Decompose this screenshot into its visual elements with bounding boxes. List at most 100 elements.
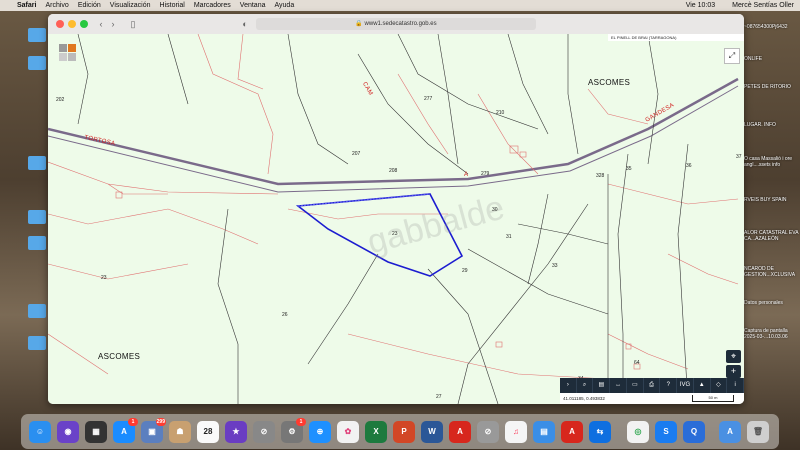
parcel-number: 36 — [686, 163, 692, 169]
address-bar[interactable]: 🔒 www1.sedecatastro.gob.es — [256, 18, 536, 30]
clock[interactable]: Vie 10:03 — [686, 0, 715, 11]
siri-icon[interactable]: ◉ — [57, 421, 79, 443]
word-icon[interactable]: W — [421, 421, 443, 443]
desktop-file[interactable]: ONLIFE — [744, 56, 800, 62]
folder-icon[interactable] — [28, 28, 46, 42]
privacy-shield-icon[interactable]: ◐ — [240, 18, 250, 30]
parcel-number: 37 — [736, 154, 742, 160]
sidebar-toggle-icon[interactable]: ▯ — [126, 18, 140, 30]
pages-icon[interactable]: ▤ — [533, 421, 555, 443]
toolbar-terrain-button[interactable]: ▲ — [694, 378, 711, 393]
parcel-number: 277 — [424, 96, 433, 102]
calendar-icon[interactable]: 28 — [197, 421, 219, 443]
toolbar-measure-button[interactable]: ↔ — [610, 378, 627, 393]
trash-icon[interactable]: 🗑 — [747, 421, 769, 443]
toolbar-ivg-button[interactable]: IVG — [677, 378, 694, 393]
toolbar-area-button[interactable]: ▭ — [627, 378, 644, 393]
desktop-file[interactable]: Captura de pantalla 2025-03-...10.03.06 — [744, 328, 800, 340]
chrome-icon[interactable]: ◎ — [627, 421, 649, 443]
contacts-icon[interactable]: ☗ — [169, 421, 191, 443]
toolbar-help-button[interactable]: ? — [660, 378, 678, 393]
toolbar-print-button[interactable]: ⎙ — [644, 378, 661, 393]
blocked-app-icon[interactable]: ⊘ — [477, 421, 499, 443]
close-window-icon[interactable] — [56, 20, 64, 28]
fullscreen-button[interactable]: ⤢ — [724, 48, 740, 64]
menu-marcadores[interactable]: Marcadores — [194, 0, 231, 11]
desktop-file[interactable]: O casa Massalió i ore angl....ssets info — [744, 156, 800, 168]
folder-icon[interactable] — [28, 236, 46, 250]
keychain-icon[interactable]: ⊘ — [253, 421, 275, 443]
menu-archivo[interactable]: Archivo — [45, 0, 68, 11]
teamviewer-icon[interactable]: ⇆ — [589, 421, 611, 443]
toolbar-draw-button[interactable]: ◇ — [711, 378, 728, 393]
back-arrow-icon[interactable]: ‹ — [96, 18, 106, 30]
menu-app-name[interactable]: Safari — [17, 0, 36, 11]
road-label-a: A — [464, 172, 469, 178]
lock-icon: 🔒 — [355, 21, 363, 27]
cadastre-map[interactable]: EL PINELL DE BRAI (TARRAGONA) gabbalde A… — [48, 34, 744, 404]
locate-button[interactable]: ⌖ — [726, 350, 741, 363]
folder-icon[interactable] — [28, 304, 46, 318]
menu-ventana[interactable]: Ventana — [240, 0, 266, 11]
menu-visualizacion[interactable]: Visualización — [110, 0, 151, 11]
parcel-number: 64 — [634, 360, 640, 366]
downloads-folder-icon[interactable]: A — [719, 421, 741, 443]
folder-icon[interactable] — [28, 56, 46, 70]
zoom-in-button[interactable]: + — [726, 365, 741, 378]
browser-toolbar: ‹ › ▯ ◐ 🔒 www1.sedecatastro.gob.es — [48, 14, 744, 35]
parcel-number: 27 — [436, 394, 442, 400]
user-name[interactable]: Mercè Sentías Oller — [732, 0, 794, 11]
parcel-number: 328 — [596, 173, 605, 179]
desktop-file[interactable]: NCAROD DE GESTION...XCLUSIVA — [744, 266, 800, 278]
desktop-file[interactable]: LUGAR. INFO — [744, 122, 800, 128]
parcel-number: 31 — [506, 234, 512, 240]
coordinate-text: 41.011185, 0.493832 — [563, 396, 605, 401]
powerpoint-icon[interactable]: P — [393, 421, 415, 443]
mission-control-icon[interactable]: ▦ — [85, 421, 107, 443]
forward-arrow-icon[interactable]: › — [108, 18, 118, 30]
desktop-file[interactable]: RVEIS BUY SPAIN — [744, 197, 800, 203]
photos-viewer-glyph: ▣ — [148, 427, 156, 436]
parcel-number: 23 — [392, 231, 398, 237]
folder-icon[interactable] — [28, 210, 46, 224]
desktop-file[interactable]: ALOR CATASTRAL EVA CA...AZALEÓN — [744, 230, 800, 242]
parcel-number: 208 — [389, 168, 398, 174]
menu-historial[interactable]: Historial — [160, 0, 185, 11]
toolbar-expand-button[interactable]: › — [560, 378, 577, 393]
folder-icon[interactable] — [28, 336, 46, 350]
music-icon[interactable]: ♫ — [505, 421, 527, 443]
minimize-window-icon[interactable] — [68, 20, 76, 28]
desktop-file[interactable]: Datos personales — [744, 300, 800, 306]
toolbar-info-button[interactable]: i — [727, 378, 744, 393]
acrobat-reader-icon[interactable]: A — [561, 421, 583, 443]
zoom-window-icon[interactable] — [80, 20, 88, 28]
safari-icon[interactable]: ⊕ — [309, 421, 331, 443]
excel-icon[interactable]: X — [365, 421, 387, 443]
notification-badge: 1 — [128, 418, 138, 426]
menu-ayuda[interactable]: Ayuda — [274, 0, 294, 11]
system-preferences-icon[interactable]: ⚙ 1 — [281, 418, 306, 443]
desktop-folders — [28, 14, 48, 404]
parcel-number: 33 — [552, 263, 558, 269]
catastro-logo-icon — [59, 44, 76, 61]
folder-icon[interactable] — [28, 156, 46, 170]
menu-edicion[interactable]: Edición — [78, 0, 101, 11]
app-store-icon[interactable]: A1 — [113, 418, 138, 443]
toolbar-search-button[interactable]: ⌕ — [577, 378, 594, 393]
quicktime-icon[interactable]: Q — [683, 421, 705, 443]
shazam-icon[interactable]: S — [655, 421, 677, 443]
area-label: ASCOMES — [98, 352, 141, 361]
toolbar-layers-button[interactable]: ▤ — [593, 378, 611, 393]
desktop-file[interactable]: PETES DE RITORIO — [744, 84, 800, 90]
imovie-icon[interactable]: ★ — [225, 421, 247, 443]
finder-icon[interactable]: ☺ — [29, 421, 51, 443]
notification-badge: 1 — [296, 418, 306, 426]
parcel-number: 207 — [352, 151, 361, 157]
photos-viewer-icon[interactable]: ▣ 299 — [141, 418, 166, 443]
desktop-file[interactable]: ~087654300Pj6432 — [744, 24, 800, 30]
acrobat-icon[interactable]: A — [449, 421, 471, 443]
photos-icon[interactable]: ✿ — [337, 421, 359, 443]
parcel-number: 23 — [101, 275, 107, 281]
main-road-edge — [48, 85, 739, 193]
url-text: www1.sedecatastro.gob.es — [364, 21, 437, 27]
